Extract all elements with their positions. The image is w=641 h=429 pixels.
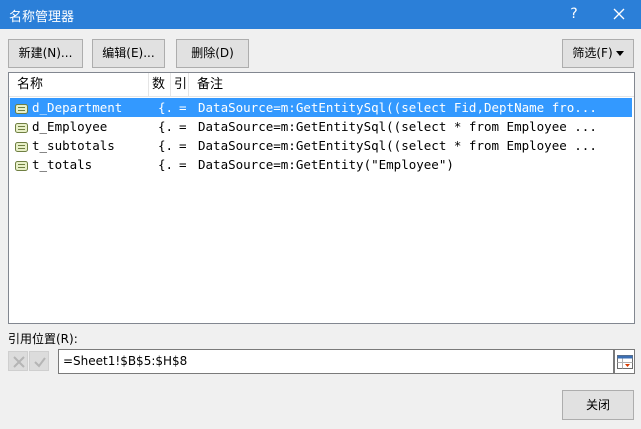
row-name: d_Employee — [32, 119, 108, 134]
row-comment: DataSource=m:GetEntitySql((select * from… — [198, 119, 597, 134]
checkmark-icon — [34, 357, 46, 368]
names-list[interactable]: 名称 数 引 备注 d_Department {. = DataSource=m… — [8, 72, 635, 324]
collapse-dialog-icon — [617, 355, 633, 369]
row-name: d_Department — [32, 100, 123, 115]
close-window-button[interactable] — [605, 3, 633, 25]
row-value: {. — [158, 138, 170, 153]
list-item[interactable]: d_Department {. = DataSource=m:GetEntity… — [10, 98, 632, 117]
list-item[interactable]: t_totals {. = DataSource=m:GetEntity("Em… — [10, 155, 632, 174]
row-refers-to: = — [179, 157, 187, 172]
chevron-down-icon — [615, 51, 624, 56]
refers-to-label: 引用位置(R): — [8, 332, 78, 346]
row-refers-to: = — [179, 100, 187, 115]
named-range-icon — [15, 120, 29, 133]
new-button[interactable]: 新建(N)... — [8, 39, 83, 68]
filter-label: 筛选(F) — [572, 46, 613, 60]
row-refers-to: = — [179, 138, 187, 153]
close-icon — [613, 8, 625, 20]
range-picker-button[interactable] — [614, 349, 635, 374]
column-header-refers-to[interactable]: 引 — [171, 73, 189, 97]
list-item[interactable]: d_Employee {. = DataSource=m:GetEntitySq… — [10, 117, 632, 136]
list-item[interactable]: t_subtotals {. = DataSource=m:GetEntityS… — [10, 136, 632, 155]
list-header: 名称 数 引 备注 — [9, 73, 634, 97]
window-title: 名称管理器 — [9, 10, 75, 25]
title-bar: 名称管理器 ? — [0, 0, 641, 29]
filter-button[interactable]: 筛选(F) — [562, 39, 634, 68]
named-range-icon — [15, 139, 29, 152]
edit-button[interactable]: 编辑(E)... — [92, 39, 165, 68]
row-name: t_totals — [32, 157, 93, 172]
row-value: {. — [158, 119, 170, 134]
column-header-comment[interactable]: 备注 — [189, 73, 634, 97]
row-comment: DataSource=m:GetEntity("Employee") — [198, 157, 454, 172]
x-icon — [13, 356, 25, 368]
row-comment: DataSource=m:GetEntitySql((select * from… — [198, 138, 597, 153]
confirm-edit-button[interactable] — [29, 351, 49, 371]
named-range-icon — [15, 101, 29, 114]
delete-button[interactable]: 删除(D) — [176, 39, 249, 68]
close-button[interactable]: 关闭 — [562, 390, 634, 420]
row-refers-to: = — [179, 119, 187, 134]
column-header-name[interactable]: 名称 — [9, 73, 149, 97]
refers-to-input[interactable]: =Sheet1!$B$5:$H$8 — [58, 349, 614, 374]
row-value: {. — [158, 157, 170, 172]
cancel-edit-button[interactable] — [8, 351, 28, 371]
help-button[interactable]: ? — [562, 3, 586, 25]
row-comment: DataSource=m:GetEntitySql((select Fid,De… — [198, 100, 597, 115]
column-header-value[interactable]: 数 — [149, 73, 171, 97]
row-name: t_subtotals — [32, 138, 115, 153]
named-range-icon — [15, 158, 29, 171]
row-value: {. — [158, 100, 170, 115]
